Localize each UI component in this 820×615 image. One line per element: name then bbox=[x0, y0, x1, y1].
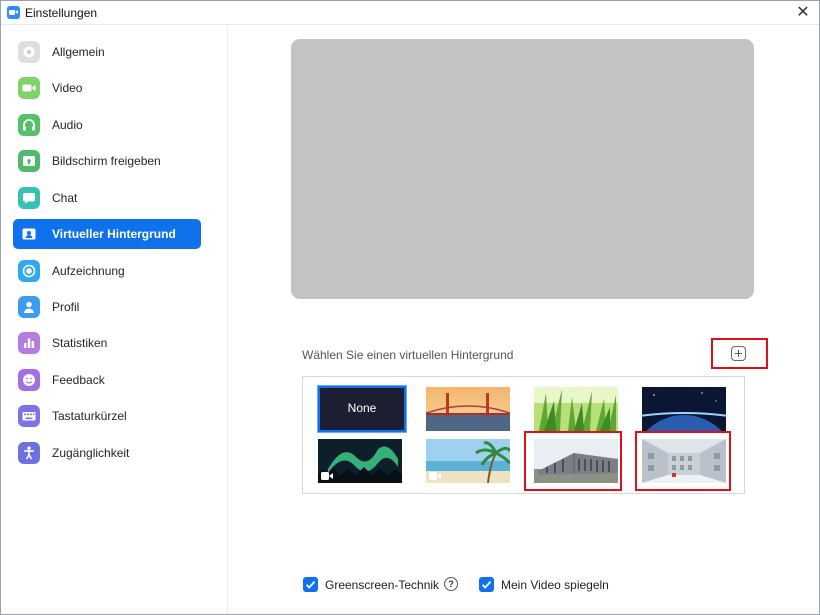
sidebar-item-label: Feedback bbox=[52, 373, 105, 387]
background-beach-palm[interactable] bbox=[426, 439, 510, 483]
sidebar-item-label: Allgemein bbox=[52, 45, 105, 59]
background-northern-lights[interactable] bbox=[318, 439, 402, 483]
settings-sidebar: Allgemein Video Audio Bildschirm freigeb… bbox=[1, 26, 228, 614]
person-card-icon bbox=[18, 223, 40, 245]
keyboard-icon bbox=[18, 405, 40, 427]
sidebar-item-label: Zugänglichkeit bbox=[52, 446, 130, 460]
checkbox-checked-icon bbox=[479, 577, 494, 592]
accessibility-icon bbox=[18, 442, 40, 464]
sidebar-item-feedback[interactable]: Feedback bbox=[13, 365, 201, 395]
sidebar-item-label: Video bbox=[52, 81, 83, 95]
headphones-icon bbox=[18, 114, 40, 136]
profile-icon bbox=[18, 296, 40, 318]
share-screen-icon bbox=[18, 150, 40, 172]
add-background-button[interactable] bbox=[731, 346, 746, 361]
sidebar-item-label: Chat bbox=[52, 191, 78, 205]
sidebar-item-label: Tastaturkürzel bbox=[52, 409, 127, 423]
highlight-frame bbox=[524, 431, 622, 491]
mirror-video-checkbox[interactable]: Mein Video spiegeln bbox=[479, 576, 629, 594]
background-none-label: None bbox=[347, 401, 377, 415]
video-camera-icon bbox=[18, 77, 40, 99]
close-button[interactable]: ✕ bbox=[791, 2, 815, 24]
sidebar-item-audio[interactable]: Audio bbox=[13, 110, 201, 140]
settings-window: Einstellungen ✕ Allgemein Video Audio Bi… bbox=[0, 0, 820, 615]
add-background-highlight bbox=[711, 338, 768, 369]
sidebar-item-statistiken[interactable]: Statistiken bbox=[13, 328, 201, 358]
gear-icon bbox=[18, 41, 40, 63]
highlight-frame bbox=[635, 431, 731, 491]
sidebar-item-label: Aufzeichnung bbox=[52, 264, 125, 278]
help-icon[interactable]: ? bbox=[444, 577, 458, 591]
video-preview bbox=[291, 39, 754, 299]
video-camera-icon bbox=[429, 472, 441, 480]
background-grass[interactable] bbox=[534, 387, 618, 431]
greenscreen-label: Greenscreen-Technik bbox=[325, 578, 440, 592]
sidebar-item-allgemein[interactable]: Allgemein bbox=[13, 37, 201, 67]
sidebar-item-label: Virtueller Hintergrund bbox=[52, 227, 176, 241]
chat-bubble-icon bbox=[18, 187, 40, 209]
sidebar-item-tastaturkuerzel[interactable]: Tastaturkürzel bbox=[13, 401, 201, 431]
zoom-app-icon bbox=[7, 6, 20, 19]
bar-chart-icon bbox=[18, 332, 40, 354]
greenscreen-checkbox[interactable]: Greenscreen-Technik bbox=[303, 576, 443, 594]
checkbox-checked-icon bbox=[303, 577, 318, 592]
title-bar: Einstellungen ✕ bbox=[1, 1, 819, 25]
choose-background-label: Wählen Sie einen virtuellen Hintergrund bbox=[302, 348, 514, 362]
video-camera-icon bbox=[321, 472, 333, 480]
background-earth-from-space[interactable] bbox=[642, 387, 726, 431]
sidebar-item-bildschirm-freigeben[interactable]: Bildschirm freigeben bbox=[13, 146, 201, 176]
sidebar-item-label: Bildschirm freigeben bbox=[52, 154, 161, 168]
record-icon bbox=[18, 260, 40, 282]
window-title: Einstellungen bbox=[25, 6, 98, 20]
sidebar-item-label: Audio bbox=[52, 118, 83, 132]
background-none[interactable]: None bbox=[317, 385, 407, 433]
sidebar-item-aufzeichnung[interactable]: Aufzeichnung bbox=[13, 256, 201, 286]
background-golden-gate-bridge[interactable] bbox=[426, 387, 510, 431]
sidebar-item-label: Profil bbox=[52, 300, 80, 314]
sidebar-item-chat[interactable]: Chat bbox=[13, 183, 201, 213]
smiley-icon bbox=[18, 369, 40, 391]
sidebar-item-profil[interactable]: Profil bbox=[13, 292, 201, 322]
mirror-video-label: Mein Video spiegeln bbox=[501, 578, 609, 592]
sidebar-item-video[interactable]: Video bbox=[13, 73, 201, 103]
sidebar-item-label: Statistiken bbox=[52, 336, 108, 350]
sidebar-item-virtueller-hintergrund[interactable]: Virtueller Hintergrund bbox=[13, 219, 201, 249]
sidebar-item-zugaenglichkeit[interactable]: Zugänglichkeit bbox=[13, 438, 201, 468]
